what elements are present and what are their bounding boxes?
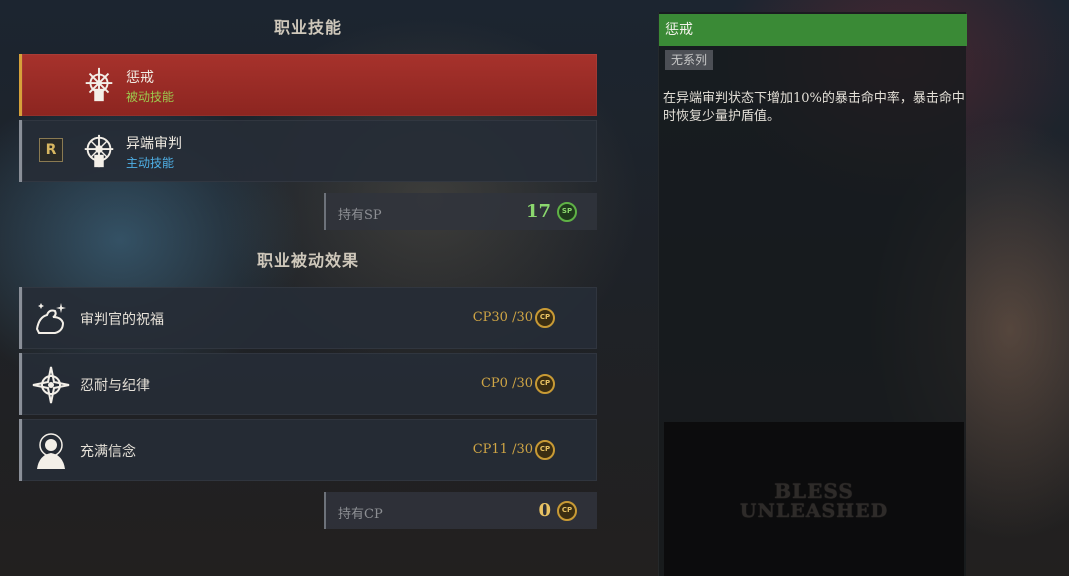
cp-icon: CP <box>557 501 577 521</box>
passive-card-inquisitor-blessing[interactable]: 审判官的祝福 CP30 /30 CP <box>19 287 597 349</box>
cp-icon: CP <box>535 440 555 460</box>
skill-card-punish[interactable]: 惩戒 被动技能 <box>19 54 597 116</box>
heresy-judgment-skill-icon <box>84 134 114 168</box>
compass-cross-icon <box>32 366 70 404</box>
skill-type: 被动技能 <box>126 90 175 104</box>
skill-name: 惩戒 <box>126 70 154 86</box>
passive-card-endurance-discipline[interactable]: 忍耐与纪律 CP0 /30 CP <box>19 353 597 415</box>
passive-cp: CP11 /30 <box>472 442 533 457</box>
skill-preview-video[interactable]: BLESS UNLEASHED <box>664 422 964 576</box>
detail-description: 在异端审判状态下增加10%的暴击命中率，暴击命中时恢复少量护盾值。 <box>663 91 965 124</box>
cp-value: 0 <box>538 500 551 521</box>
hotkey-badge: R <box>39 138 63 162</box>
cp-icon: CP <box>535 374 555 394</box>
passive-name: 充满信念 <box>80 444 136 460</box>
class-passives-title: 职业被动效果 <box>256 251 359 270</box>
sp-icon: SP <box>557 202 577 222</box>
punish-skill-icon <box>85 67 113 102</box>
flexed-arm-icon <box>35 303 66 334</box>
skill-detail-panel: 惩戒 无系列 在异端审判状态下增加10%的暴击命中率，暴击命中时恢复少量护盾值。… <box>658 12 967 576</box>
skill-card-heresy-judgment[interactable]: R 异端审判 主动技能 <box>19 120 597 182</box>
praying-figure-icon <box>37 433 65 469</box>
cp-icon: CP <box>535 308 555 328</box>
passive-cp: CP30 /30 <box>472 310 533 325</box>
game-logo-line2: UNLEASHED <box>739 500 889 522</box>
passive-name: 忍耐与纪律 <box>80 378 150 394</box>
passive-name: 审判官的祝福 <box>80 312 164 328</box>
detail-series-tag: 无系列 <box>665 50 714 70</box>
passive-card-full-faith[interactable]: 充满信念 CP11 /30 CP <box>19 419 597 481</box>
skill-type: 主动技能 <box>126 156 175 170</box>
class-skills-title: 职业技能 <box>273 18 342 37</box>
detail-title: 惩戒 <box>659 14 967 46</box>
passive-cp: CP0 /30 <box>480 376 533 391</box>
cp-label: 持有CP <box>338 507 383 522</box>
sp-bar: 持有SP 17 SP <box>324 193 597 230</box>
skill-name: 异端审判 <box>126 136 182 152</box>
cp-bar: 持有CP 0 CP <box>324 492 597 529</box>
sp-value: 17 <box>525 201 551 222</box>
sp-label: 持有SP <box>338 208 382 223</box>
